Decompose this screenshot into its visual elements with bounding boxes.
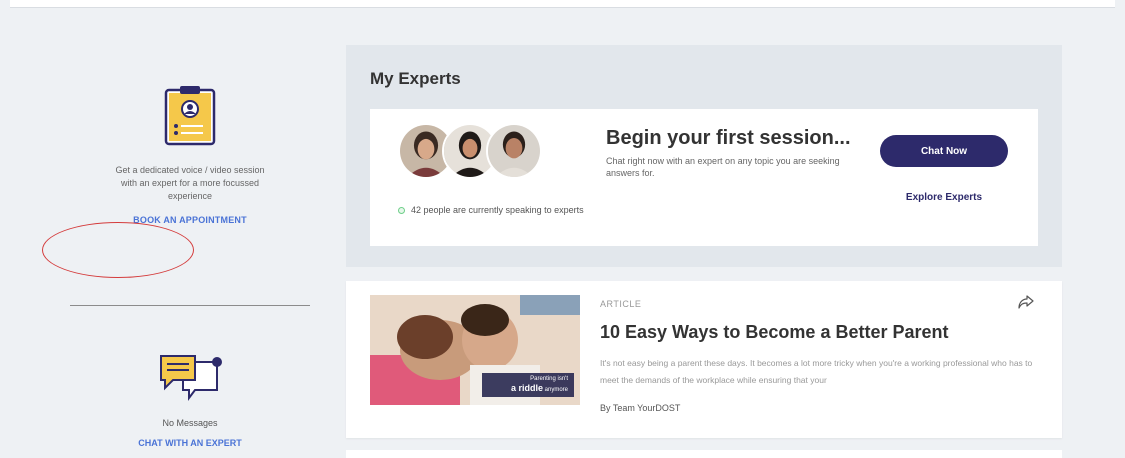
top-bar (10, 0, 1115, 8)
appointment-description: Get a dedicated voice / video session wi… (115, 165, 265, 201)
chat-with-expert-link[interactable]: CHAT WITH AN EXPERT (138, 438, 242, 448)
session-card: 42 people are currently speaking to expe… (370, 109, 1038, 246)
article-excerpt: It's not easy being a parent these days.… (600, 358, 1033, 385)
article-tag: ARTICLE (600, 299, 642, 309)
thumbnail-caption: Parenting isn't a riddle anymore (482, 373, 574, 397)
clipboard-user-icon (164, 86, 216, 146)
article-thumbnail[interactable]: Parenting isn't a riddle anymore (370, 295, 580, 405)
expert-avatars (398, 123, 548, 183)
messages-block: No Messages CHAT WITH AN EXPERT (70, 352, 310, 451)
article-author: By Team YourDOST (600, 403, 681, 413)
online-dot-icon (398, 206, 405, 214)
article-title[interactable]: 10 Easy Ways to Become a Better Parent (600, 322, 949, 343)
explore-experts-link[interactable]: Explore Experts (880, 192, 1008, 203)
avatar (486, 123, 542, 179)
speaking-text: 42 people are currently speaking to expe… (411, 205, 584, 215)
session-description: Chat right now with an expert on any top… (606, 156, 840, 178)
caption-line: a riddle anymore (488, 384, 568, 395)
share-arrow-icon[interactable] (1018, 295, 1034, 309)
chat-bubbles-icon (160, 355, 222, 401)
book-appointment-link[interactable]: BOOK AN APPOINTMENT (133, 215, 247, 225)
experts-title: My Experts (370, 69, 461, 88)
appointment-block: Get a dedicated voice / video session wi… (70, 84, 310, 228)
next-card (346, 450, 1062, 458)
caption-tail: anymore (544, 387, 568, 393)
annotation-circle (42, 222, 194, 278)
speaking-status: 42 people are currently speaking to expe… (398, 205, 584, 215)
caption-emphasis: a riddle (510, 383, 543, 393)
sidebar-divider (70, 305, 310, 306)
no-messages-text: No Messages (162, 418, 218, 428)
left-sidebar: Get a dedicated voice / video session wi… (70, 80, 310, 448)
chat-now-button[interactable]: Chat Now (880, 135, 1008, 167)
session-title: Begin your first session... (606, 127, 851, 149)
my-experts-panel: My Experts 42 people are currently speak… (346, 45, 1062, 267)
article-card[interactable]: Parenting isn't a riddle anymore ARTICLE… (346, 281, 1062, 438)
